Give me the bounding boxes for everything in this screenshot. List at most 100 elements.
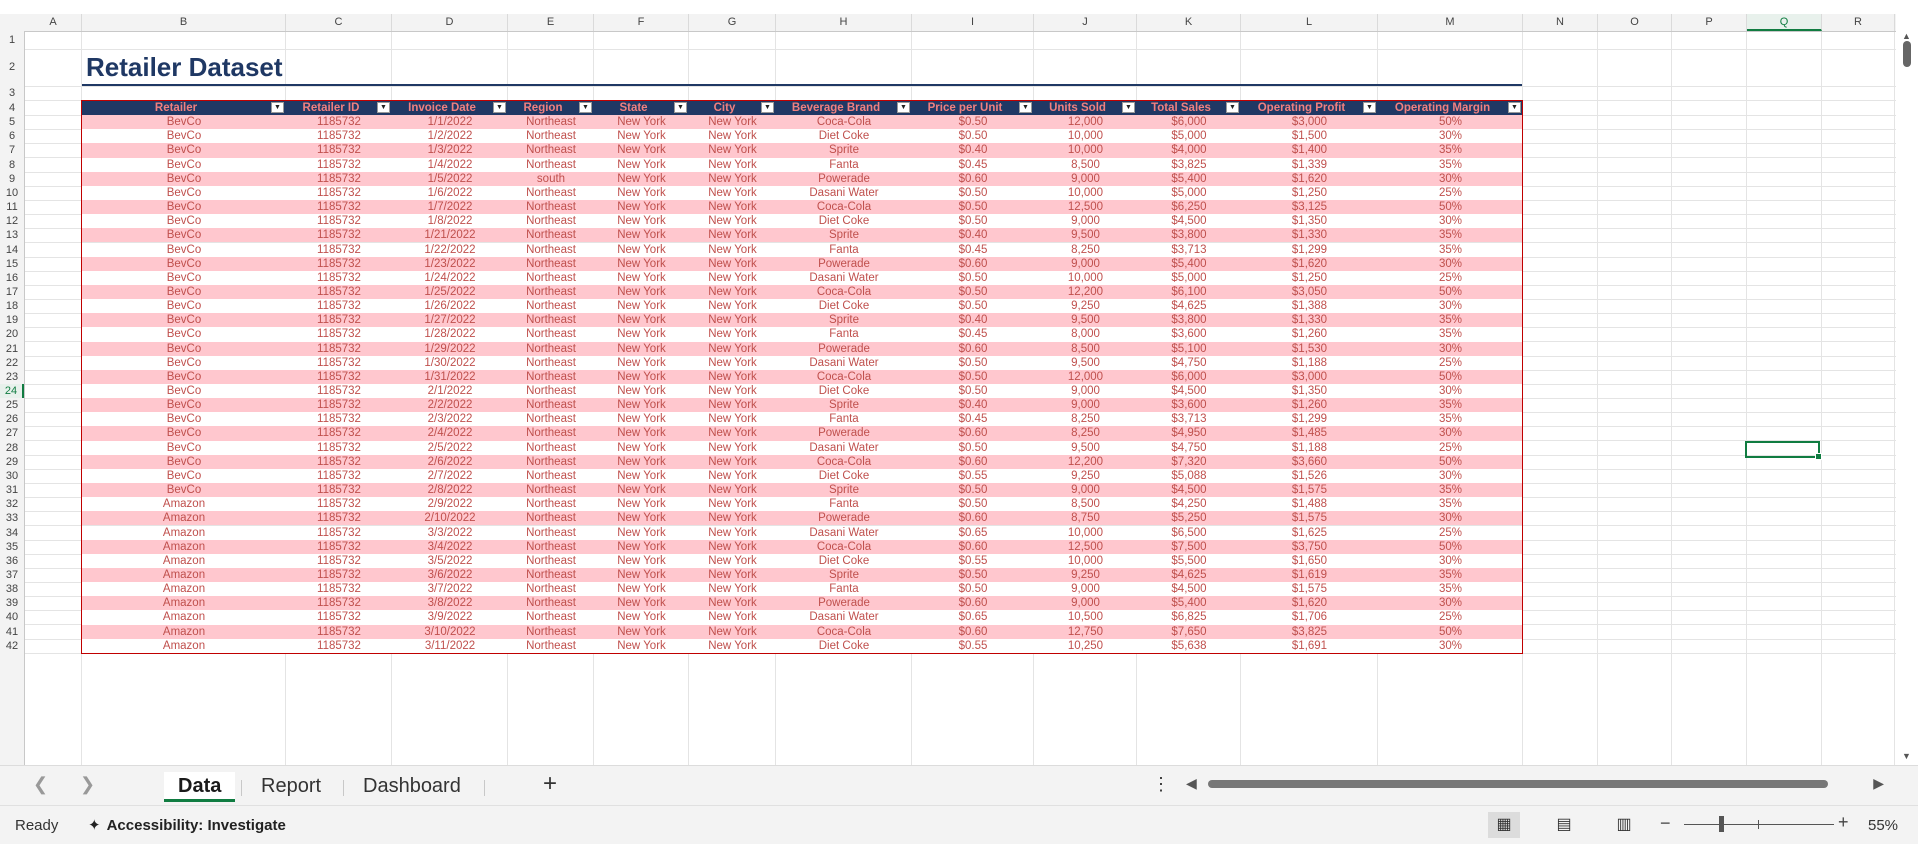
vertical-scrollbar[interactable]: ▲ ▼ (1896, 31, 1918, 765)
column-header[interactable]: F (594, 14, 689, 31)
table-cell[interactable]: New York (689, 299, 776, 313)
column-header[interactable]: A (25, 14, 82, 31)
table-cell[interactable]: 1185732 (286, 228, 392, 242)
table-cell[interactable]: New York (689, 327, 776, 341)
table-cell[interactable]: $4,500 (1137, 582, 1241, 596)
table-cell[interactable]: $0.50 (912, 285, 1034, 299)
table-cell[interactable]: $0.50 (912, 356, 1034, 370)
column-header[interactable]: K (1137, 14, 1241, 31)
table-row[interactable]: BevCo 1185732 1/23/2022 Northeast New York Ne… (82, 256, 1522, 271)
table-cell[interactable]: 1185732 (286, 158, 392, 172)
table-cell[interactable]: Amazon (82, 526, 286, 540)
table-row[interactable]: BevCo 1185732 2/2/2022 Northeast New York New… (82, 398, 1522, 413)
table-cell[interactable]: $0.60 (912, 625, 1034, 639)
table-cell[interactable]: Dasani Water (776, 186, 912, 200)
table-cell[interactable]: $3,000 (1241, 115, 1378, 129)
row-header[interactable]: 40 (0, 610, 24, 624)
table-cell[interactable]: 1/27/2022 (392, 313, 508, 327)
table-header-cell[interactable]: Region ▼ (508, 101, 594, 116)
table-cell[interactable]: 12,500 (1034, 540, 1137, 554)
table-cell[interactable]: New York (594, 455, 689, 469)
table-cell[interactable]: Diet Coke (776, 469, 912, 483)
table-cell[interactable]: 12,000 (1034, 370, 1137, 384)
table-cell[interactable]: 10,000 (1034, 526, 1137, 540)
table-cell[interactable]: 2/4/2022 (392, 426, 508, 440)
table-cell[interactable]: BevCo (82, 370, 286, 384)
table-cell[interactable]: 1185732 (286, 483, 392, 497)
table-row[interactable]: BevCo 1185732 1/3/2022 Northeast New York New… (82, 143, 1522, 158)
column-header[interactable]: N (1523, 14, 1598, 31)
table-cell[interactable]: Northeast (508, 554, 594, 568)
table-cell[interactable]: BevCo (82, 455, 286, 469)
table-cell[interactable]: New York (689, 172, 776, 186)
row-header[interactable]: 1 (0, 32, 24, 49)
table-row[interactable]: BevCo 1185732 1/27/2022 Northeast New York Ne… (82, 313, 1522, 328)
row-header[interactable]: 13 (0, 228, 24, 242)
table-cell[interactable]: 30% (1378, 384, 1523, 398)
table-cell[interactable]: $3,825 (1241, 625, 1378, 639)
row-header[interactable]: 27 (0, 426, 24, 440)
table-cell[interactable]: $1,330 (1241, 228, 1378, 242)
table-cell[interactable]: $6,825 (1137, 610, 1241, 624)
table-cell[interactable]: Northeast (508, 158, 594, 172)
table-cell[interactable]: Northeast (508, 412, 594, 426)
table-cell[interactable]: $3,125 (1241, 200, 1378, 214)
table-cell[interactable]: $3,750 (1241, 540, 1378, 554)
row-header[interactable]: 10 (0, 186, 24, 200)
table-cell[interactable]: New York (594, 441, 689, 455)
table-cell[interactable]: 3/11/2022 (392, 639, 508, 653)
row-header[interactable]: 12 (0, 214, 24, 228)
table-cell[interactable]: 3/9/2022 (392, 610, 508, 624)
table-cell[interactable]: Sprite (776, 313, 912, 327)
table-cell[interactable]: Coca-Cola (776, 455, 912, 469)
table-cell[interactable]: New York (689, 526, 776, 540)
table-cell[interactable]: Fanta (776, 158, 912, 172)
row-header[interactable]: 33 (0, 511, 24, 525)
table-cell[interactable]: New York (689, 582, 776, 596)
table-cell[interactable]: New York (594, 271, 689, 285)
table-cell[interactable]: 30% (1378, 426, 1523, 440)
table-cell[interactable]: 1/1/2022 (392, 115, 508, 129)
table-cell[interactable]: $0.55 (912, 469, 1034, 483)
filter-dropdown-icon[interactable]: ▼ (897, 102, 910, 114)
table-row[interactable]: BevCo 1185732 1/22/2022 Northeast New York Ne… (82, 242, 1522, 257)
table-cell[interactable]: 1/2/2022 (392, 129, 508, 143)
table-cell[interactable]: New York (594, 228, 689, 242)
table-cell[interactable]: 8,250 (1034, 426, 1137, 440)
table-cell[interactable]: New York (689, 412, 776, 426)
table-cell[interactable]: 1/24/2022 (392, 271, 508, 285)
table-cell[interactable]: Northeast (508, 610, 594, 624)
table-cell[interactable]: 1185732 (286, 143, 392, 157)
table-cell[interactable]: 1185732 (286, 568, 392, 582)
selected-cell[interactable] (1745, 441, 1822, 460)
table-cell[interactable]: New York (689, 200, 776, 214)
row-header[interactable]: 23 (0, 370, 24, 384)
table-cell[interactable]: $1,620 (1241, 257, 1378, 271)
table-cell[interactable]: 1185732 (286, 172, 392, 186)
table-cell[interactable]: $1,691 (1241, 639, 1378, 653)
filter-dropdown-icon[interactable]: ▼ (1363, 102, 1376, 114)
table-cell[interactable]: Northeast (508, 271, 594, 285)
table-cell[interactable]: New York (689, 342, 776, 356)
filter-dropdown-icon[interactable]: ▼ (271, 102, 284, 114)
table-cell[interactable]: New York (594, 129, 689, 143)
table-cell[interactable]: $4,625 (1137, 568, 1241, 582)
table-cell[interactable]: $1,620 (1241, 596, 1378, 610)
row-header[interactable]: 34 (0, 526, 24, 540)
table-cell[interactable]: New York (689, 356, 776, 370)
table-cell[interactable]: Northeast (508, 483, 594, 497)
row-header[interactable]: 2 (0, 49, 24, 86)
table-cell[interactable]: $0.50 (912, 441, 1034, 455)
table-cell[interactable]: $4,750 (1137, 441, 1241, 455)
table-cell[interactable]: Amazon (82, 596, 286, 610)
table-cell[interactable]: 35% (1378, 497, 1523, 511)
table-cell[interactable]: New York (689, 441, 776, 455)
table-cell[interactable]: $1,526 (1241, 469, 1378, 483)
table-row[interactable]: BevCo 1185732 2/8/2022 Northeast New York New… (82, 483, 1522, 498)
table-cell[interactable]: $7,650 (1137, 625, 1241, 639)
table-cell[interactable]: New York (594, 610, 689, 624)
table-header-cell[interactable]: Price per Unit ▼ (912, 101, 1034, 116)
table-cell[interactable]: 3/8/2022 (392, 596, 508, 610)
table-row[interactable]: Amazon 1185732 3/10/2022 Northeast New York N… (82, 624, 1522, 639)
row-header[interactable]: 30 (0, 469, 24, 483)
